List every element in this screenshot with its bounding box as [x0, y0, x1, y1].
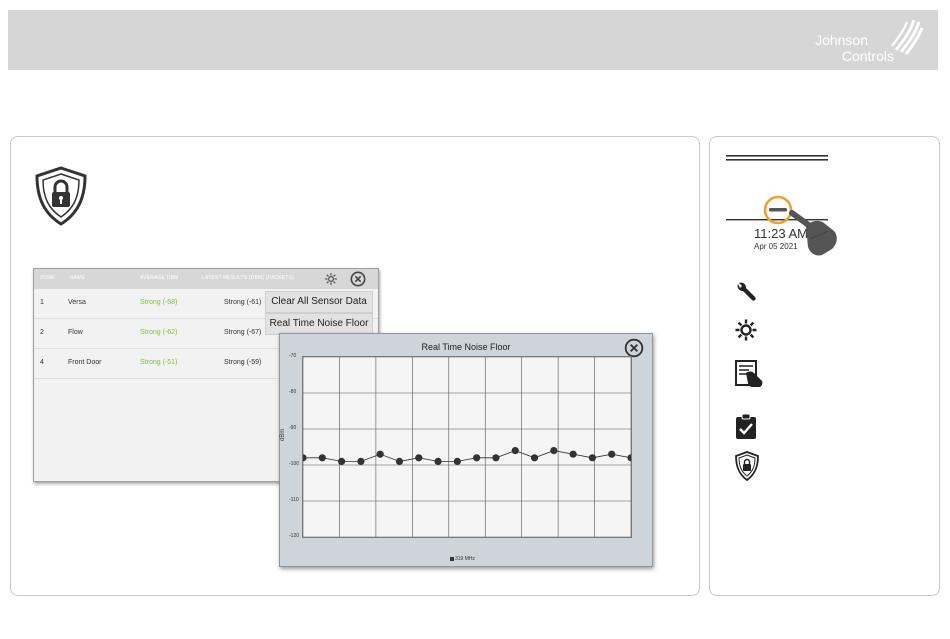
latest-cell: Strong (-67): [224, 329, 262, 336]
close-icon[interactable]: [350, 271, 366, 287]
side-panel: 11:23 AM Apr 05 2021: [709, 136, 940, 596]
close-icon[interactable]: [624, 338, 644, 358]
data-point: [492, 454, 500, 462]
wrench-icon[interactable]: [734, 280, 758, 304]
sensor-touch-icon[interactable]: [734, 359, 764, 389]
hand-pointer-icon: [789, 210, 837, 256]
data-point: [376, 450, 384, 458]
data-point: [415, 454, 423, 462]
zone-cell: 4: [40, 359, 44, 366]
data-point: [530, 454, 539, 462]
y-tick-label: -110: [289, 497, 299, 503]
legend-swatch: [450, 556, 454, 561]
lock-shield-icon: [35, 166, 87, 226]
clear-sensor-data-menu-item[interactable]: Clear All Sensor Data: [265, 291, 373, 313]
average-cell: Strong (-51): [140, 359, 178, 366]
noise-floor-window: Real Time Noise Floor -70 -80 -90 -100 -110 -…: [279, 333, 653, 567]
data-point: [357, 457, 365, 465]
data-point: [395, 457, 404, 465]
data-point: [303, 454, 307, 462]
data-point: [453, 457, 461, 465]
average-cell: Strong (-58): [140, 299, 178, 306]
column-header-name: NAME: [70, 275, 86, 281]
noise-window-title: Real Time Noise Floor: [421, 342, 511, 352]
series-line: [303, 450, 631, 462]
y-tick-label: -80: [289, 389, 297, 395]
brand-line-2: Controls: [841, 48, 894, 64]
gear-icon[interactable]: [734, 318, 758, 342]
legend-label: 319 MHz: [455, 556, 476, 562]
chart-legend: 319 MHz: [450, 556, 475, 562]
gear-icon[interactable]: [324, 272, 338, 286]
brand-line-1: Johnson: [815, 32, 868, 48]
data-point: [318, 454, 326, 462]
column-header-zone: ZONE: [40, 275, 55, 281]
data-point: [550, 447, 558, 455]
latest-cell: Strong (-59): [224, 359, 262, 366]
zone-cell: 2: [40, 329, 44, 336]
column-header-latest: LATEST RESULTS (DBM) (PACKETS): [202, 275, 295, 281]
header-bar: Johnson Controls: [8, 10, 938, 70]
name-cell: Versa: [68, 299, 86, 306]
y-tick-label: -120: [289, 533, 300, 539]
data-point: [627, 454, 631, 462]
name-cell: Flow: [68, 329, 83, 336]
column-header-average: AVERAGE DBM: [140, 275, 179, 281]
name-cell: Front Door: [68, 359, 102, 366]
shield-lock-icon[interactable]: [734, 451, 760, 481]
clipboard-check-icon[interactable]: [734, 413, 758, 441]
average-cell: Strong (-62): [140, 329, 178, 336]
latest-cell: Strong (-61): [224, 299, 262, 306]
y-tick-label: -70: [289, 353, 297, 359]
y-tick-label: -100: [289, 461, 300, 467]
brand-mark-icon: [891, 19, 924, 55]
data-point: [588, 454, 597, 462]
data-point: [337, 457, 346, 465]
noise-floor-chart: [302, 356, 632, 538]
table-header: ZONE NAME AVERAGE DBM LATEST RESULTS (DB…: [34, 269, 378, 289]
y-axis-label: dBm: [280, 428, 286, 441]
data-point: [608, 450, 616, 458]
brand-logo: Johnson Controls: [804, 18, 924, 64]
zone-cell: 1: [40, 299, 44, 306]
y-tick-label: -90: [289, 425, 297, 431]
real-time-noise-floor-menu-item[interactable]: Real Time Noise Floor: [265, 313, 373, 335]
data-point: [473, 454, 481, 462]
main-panel: ZONE NAME AVERAGE DBM LATEST RESULTS (DB…: [10, 136, 700, 596]
data-point: [434, 457, 442, 465]
data-point: [511, 447, 519, 455]
data-point: [569, 450, 577, 458]
